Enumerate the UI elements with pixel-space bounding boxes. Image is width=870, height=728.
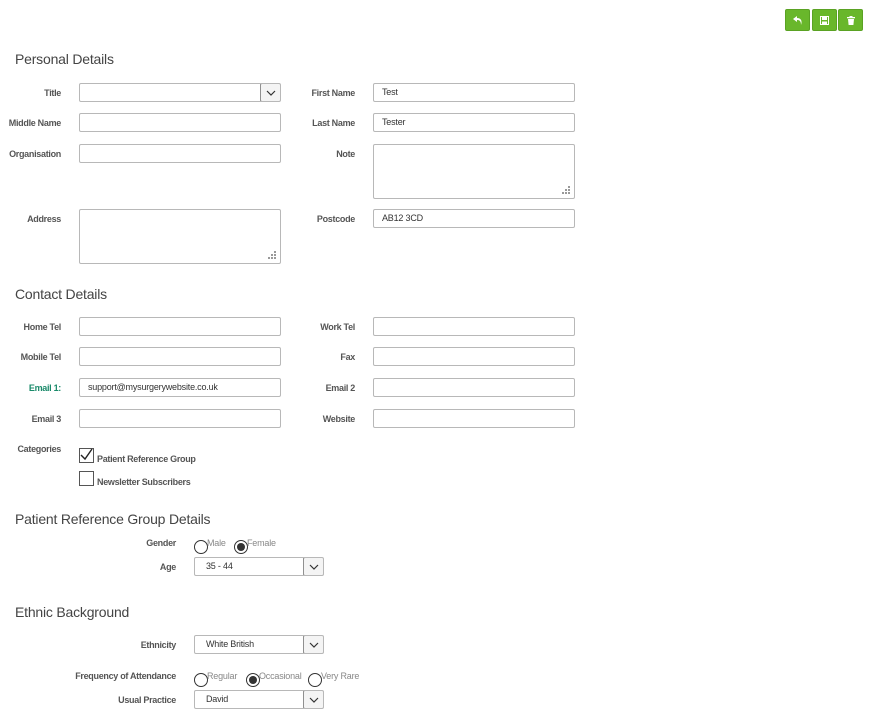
save-icon bbox=[820, 15, 829, 25]
resize-grip-icon[interactable] bbox=[562, 186, 571, 195]
middle-name-field[interactable] bbox=[79, 113, 281, 132]
ethnic-background-heading: Ethnic Background bbox=[15, 604, 130, 620]
age-label: Age bbox=[159, 562, 176, 572]
address-label: Address bbox=[27, 214, 61, 224]
gender-radio-male[interactable] bbox=[194, 540, 208, 554]
email1-field[interactable]: support@mysurgerywebsite.co.uk bbox=[79, 378, 281, 397]
postcode-label: Postcode bbox=[316, 214, 355, 224]
work-tel-label: Work Tel bbox=[320, 322, 355, 332]
category-checkbox-prg[interactable] bbox=[79, 448, 94, 463]
last-name-label: Last Name bbox=[312, 118, 355, 128]
category-label-newsletter: Newsletter Subscribers bbox=[97, 477, 191, 487]
first-name-label: First Name bbox=[311, 88, 355, 98]
middle-name-label: Middle Name bbox=[8, 118, 62, 128]
usual-practice-label: Usual Practice bbox=[118, 695, 176, 705]
ethnicity-label: Ethnicity bbox=[140, 640, 177, 650]
fax-field[interactable] bbox=[373, 347, 575, 366]
title-select[interactable] bbox=[79, 83, 281, 102]
note-label: Note bbox=[336, 149, 355, 159]
categories-label: Categories bbox=[17, 444, 61, 454]
gender-label-female: Female bbox=[247, 538, 276, 548]
frequency-label-very-rare: Very Rare bbox=[321, 671, 360, 681]
delete-button[interactable] bbox=[838, 9, 863, 31]
note-textarea[interactable] bbox=[373, 144, 575, 199]
home-tel-field[interactable] bbox=[79, 317, 281, 336]
back-button[interactable] bbox=[785, 9, 810, 31]
chevron-down-icon bbox=[309, 697, 318, 703]
work-tel-field[interactable] bbox=[373, 317, 575, 336]
organisation-field[interactable] bbox=[79, 144, 281, 163]
first-name-field[interactable]: Test bbox=[373, 83, 575, 102]
email3-field[interactable] bbox=[79, 409, 281, 428]
frequency-label-occasional: Occasional bbox=[259, 671, 302, 681]
checkmark-icon bbox=[80, 448, 93, 461]
contact-details-heading: Contact Details bbox=[15, 286, 107, 302]
email2-label: Email 2 bbox=[325, 383, 356, 393]
resize-grip-icon[interactable] bbox=[268, 251, 277, 260]
postcode-field[interactable]: AB12 3CD bbox=[373, 209, 575, 228]
home-tel-label: Home Tel bbox=[23, 322, 62, 332]
gender-label: Gender bbox=[146, 538, 176, 548]
usual-practice-select[interactable]: David bbox=[194, 690, 324, 709]
undo-icon bbox=[792, 15, 802, 25]
age-select[interactable]: 35 - 44 bbox=[194, 557, 324, 576]
frequency-radio-regular[interactable] bbox=[194, 673, 208, 687]
gender-radio-female[interactable] bbox=[234, 540, 248, 554]
email1-label: Email 1: bbox=[28, 383, 61, 393]
website-field[interactable] bbox=[373, 409, 575, 428]
title-label: Title bbox=[44, 88, 61, 98]
fax-label: Fax bbox=[340, 352, 355, 362]
mobile-tel-label: Mobile Tel bbox=[20, 352, 62, 362]
prg-details-heading: Patient Reference Group Details bbox=[15, 511, 211, 527]
gender-label-male: Male bbox=[207, 538, 226, 548]
chevron-down-icon bbox=[266, 90, 275, 96]
personal-details-heading: Personal Details bbox=[15, 51, 114, 67]
last-name-field[interactable]: Tester bbox=[373, 113, 575, 132]
trash-icon bbox=[846, 15, 855, 25]
website-label: Website bbox=[322, 414, 356, 424]
chevron-down-icon bbox=[309, 564, 318, 570]
address-textarea[interactable] bbox=[79, 209, 281, 264]
organisation-label: Organisation bbox=[9, 149, 61, 159]
save-button[interactable] bbox=[812, 9, 837, 31]
ethnicity-select[interactable]: White British bbox=[194, 635, 324, 654]
frequency-radio-occasional[interactable] bbox=[246, 673, 260, 687]
mobile-tel-field[interactable] bbox=[79, 347, 281, 366]
category-label-prg: Patient Reference Group bbox=[97, 454, 196, 464]
frequency-label-regular: Regular bbox=[207, 671, 238, 681]
frequency-label: Frequency of Attendance bbox=[75, 671, 176, 681]
category-checkbox-newsletter[interactable] bbox=[79, 471, 94, 486]
chevron-down-icon bbox=[309, 642, 318, 648]
email3-label: Email 3 bbox=[31, 414, 62, 424]
email2-field[interactable] bbox=[373, 378, 575, 397]
frequency-radio-very-rare[interactable] bbox=[308, 673, 322, 687]
